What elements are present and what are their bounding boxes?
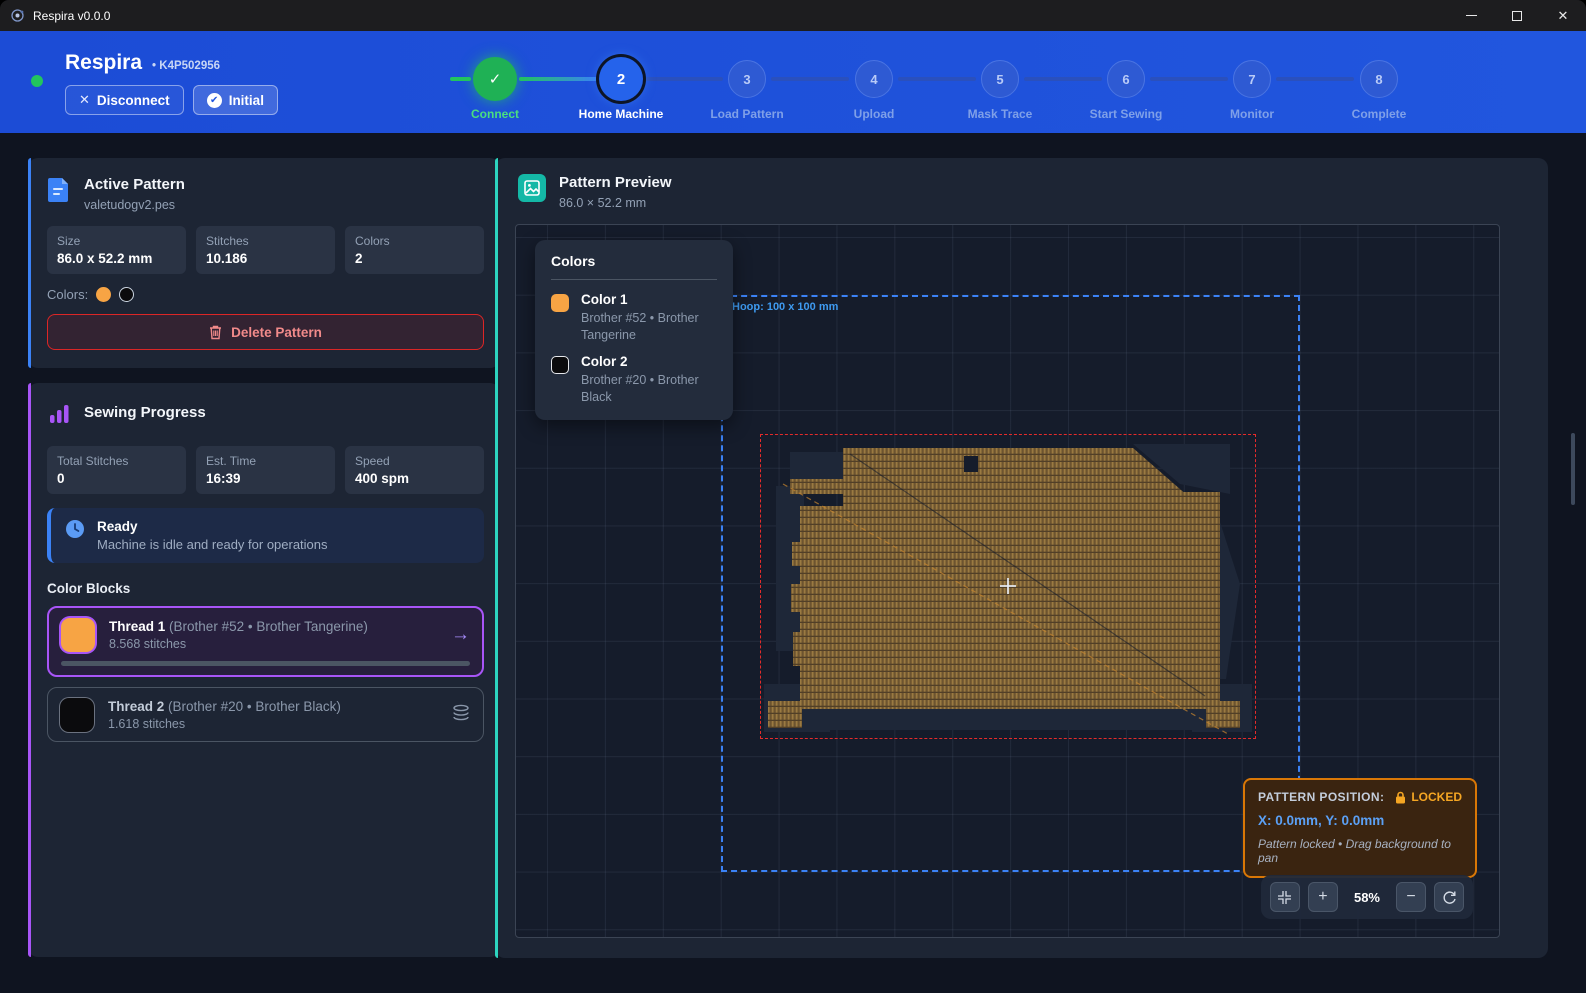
status-title: Ready [97, 519, 328, 534]
zoom-in-button[interactable]: + [1308, 882, 1338, 912]
step-mask-trace[interactable]: 5 Mask Trace [937, 31, 1063, 133]
bar-chart-icon [47, 401, 71, 432]
step-monitor[interactable]: 7 Monitor [1189, 31, 1315, 133]
workflow-stepper: ✓ Connect 2 Home Machine 3 Load Pattern … [432, 31, 1442, 133]
pattern-preview-card: Pattern Preview 86.0 × 52.2 mm Hoop: 100… [495, 158, 1548, 958]
locked-label: LOCKED [1411, 790, 1462, 804]
pan-hint: Pattern locked • Drag background to pan [1258, 837, 1462, 865]
stat-colors: Colors 2 [345, 226, 484, 274]
initial-button[interactable]: ✔ Initial [193, 85, 278, 115]
colors-legend: Colors Color 1 Brother #52 • Brother Tan… [535, 240, 733, 420]
clock-icon [65, 519, 85, 544]
pattern-filename: valetudogv2.pes [84, 198, 185, 212]
stat-speed: Speed 400 spm [345, 446, 484, 494]
legend-swatch-2 [551, 356, 569, 374]
legend-swatch-1 [551, 294, 569, 312]
check-circle-icon: ✔ [207, 93, 222, 108]
window-title: Respira v0.0.0 [33, 9, 110, 23]
step-home-machine[interactable]: 2 Home Machine [558, 31, 684, 133]
vertical-scrollbar[interactable] [1571, 433, 1575, 505]
close-button[interactable]: ✕ [1540, 0, 1586, 31]
maximize-button[interactable] [1494, 0, 1540, 31]
connection-status-dot [31, 75, 43, 87]
step-complete[interactable]: 8 Complete [1316, 31, 1442, 133]
stat-est-time: Est. Time 16:39 [196, 446, 335, 494]
pattern-position-overlay: PATTERN POSITION: LOCKED X: 0.0mm, Y: 0.… [1243, 778, 1477, 878]
titlebar: Respira v0.0.0 ✕ [0, 0, 1586, 31]
step-connect[interactable]: ✓ Connect [432, 31, 558, 133]
fit-to-view-button[interactable] [1270, 882, 1300, 912]
card-accent [495, 158, 498, 958]
pattern-dimensions: 86.0 × 52.2 mm [559, 196, 672, 210]
app-window: Respira v0.0.0 ✕ Respira • K4P502956 ✕ D… [0, 0, 1586, 993]
legend-color-1: Color 1 Brother #52 • Brother Tangerine [551, 292, 717, 344]
stat-total-stitches: Total Stitches 0 [47, 446, 186, 494]
card-title: Pattern Preview [559, 174, 672, 191]
thread-1-block[interactable]: Thread 1 (Brother #52 • Brother Tangerin… [47, 606, 484, 677]
image-icon [518, 174, 546, 202]
preview-canvas[interactable]: Hoop: 100 x 100 mm [515, 224, 1500, 938]
disconnect-button[interactable]: ✕ Disconnect [65, 85, 184, 115]
arrow-right-icon: → [451, 624, 470, 646]
color-swatch-1 [96, 287, 111, 302]
file-icon [47, 176, 71, 212]
card-title: Active Pattern [84, 176, 185, 193]
step-check-icon: ✓ [473, 57, 517, 101]
zoom-level: 58% [1346, 890, 1388, 905]
delete-pattern-button[interactable]: Delete Pattern [47, 314, 484, 350]
step-upload[interactable]: 4 Upload [811, 31, 937, 133]
thread-2-block[interactable]: Thread 2 (Brother #20 • Brother Black) 1… [47, 687, 484, 742]
layers-stack-icon [451, 704, 471, 727]
sewing-progress-card: Sewing Progress Total Stitches 0 Est. Ti… [28, 383, 500, 957]
card-accent [28, 383, 31, 957]
thread-1-progress-bar [61, 661, 470, 666]
zoom-toolbar: + 58% − [1261, 875, 1473, 919]
color-swatch-2 [119, 287, 134, 302]
lock-icon [1395, 791, 1406, 804]
status-subtitle: Machine is idle and ready for operations [97, 537, 328, 552]
stat-stitches: Stitches 10.186 [196, 226, 335, 274]
app-icon [10, 8, 25, 23]
active-pattern-card: Active Pattern valetudogv2.pes Size 86.0… [28, 158, 500, 368]
thread-2-swatch [60, 698, 94, 732]
pattern-coordinates: X: 0.0mm, Y: 0.0mm [1258, 813, 1462, 828]
machine-serial: • K4P502956 [152, 60, 220, 72]
colors-label: Colors: [47, 287, 88, 302]
machine-status: Ready Machine is idle and ready for oper… [47, 508, 484, 563]
thread-1-swatch [61, 618, 95, 652]
app-header: Respira • K4P502956 ✕ Disconnect ✔ Initi… [0, 31, 1586, 133]
stat-size: Size 86.0 x 52.2 mm [47, 226, 186, 274]
card-accent [28, 158, 31, 368]
reset-view-button[interactable] [1434, 882, 1464, 912]
trash-icon [209, 325, 222, 340]
x-icon: ✕ [79, 92, 90, 108]
main-content: Active Pattern valetudogv2.pes Size 86.0… [0, 133, 1586, 993]
color-blocks-heading: Color Blocks [47, 581, 484, 596]
legend-title: Colors [551, 253, 717, 269]
zoom-out-button[interactable]: − [1396, 882, 1426, 912]
hoop-label: Hoop: 100 x 100 mm [732, 301, 838, 313]
card-title: Sewing Progress [84, 404, 206, 432]
app-name: Respira [65, 51, 142, 75]
step-start-sewing[interactable]: 6 Start Sewing [1063, 31, 1189, 133]
step-load-pattern[interactable]: 3 Load Pattern [684, 31, 810, 133]
minimize-button[interactable] [1448, 0, 1494, 31]
legend-color-2: Color 2 Brother #20 • Brother Black [551, 354, 717, 406]
